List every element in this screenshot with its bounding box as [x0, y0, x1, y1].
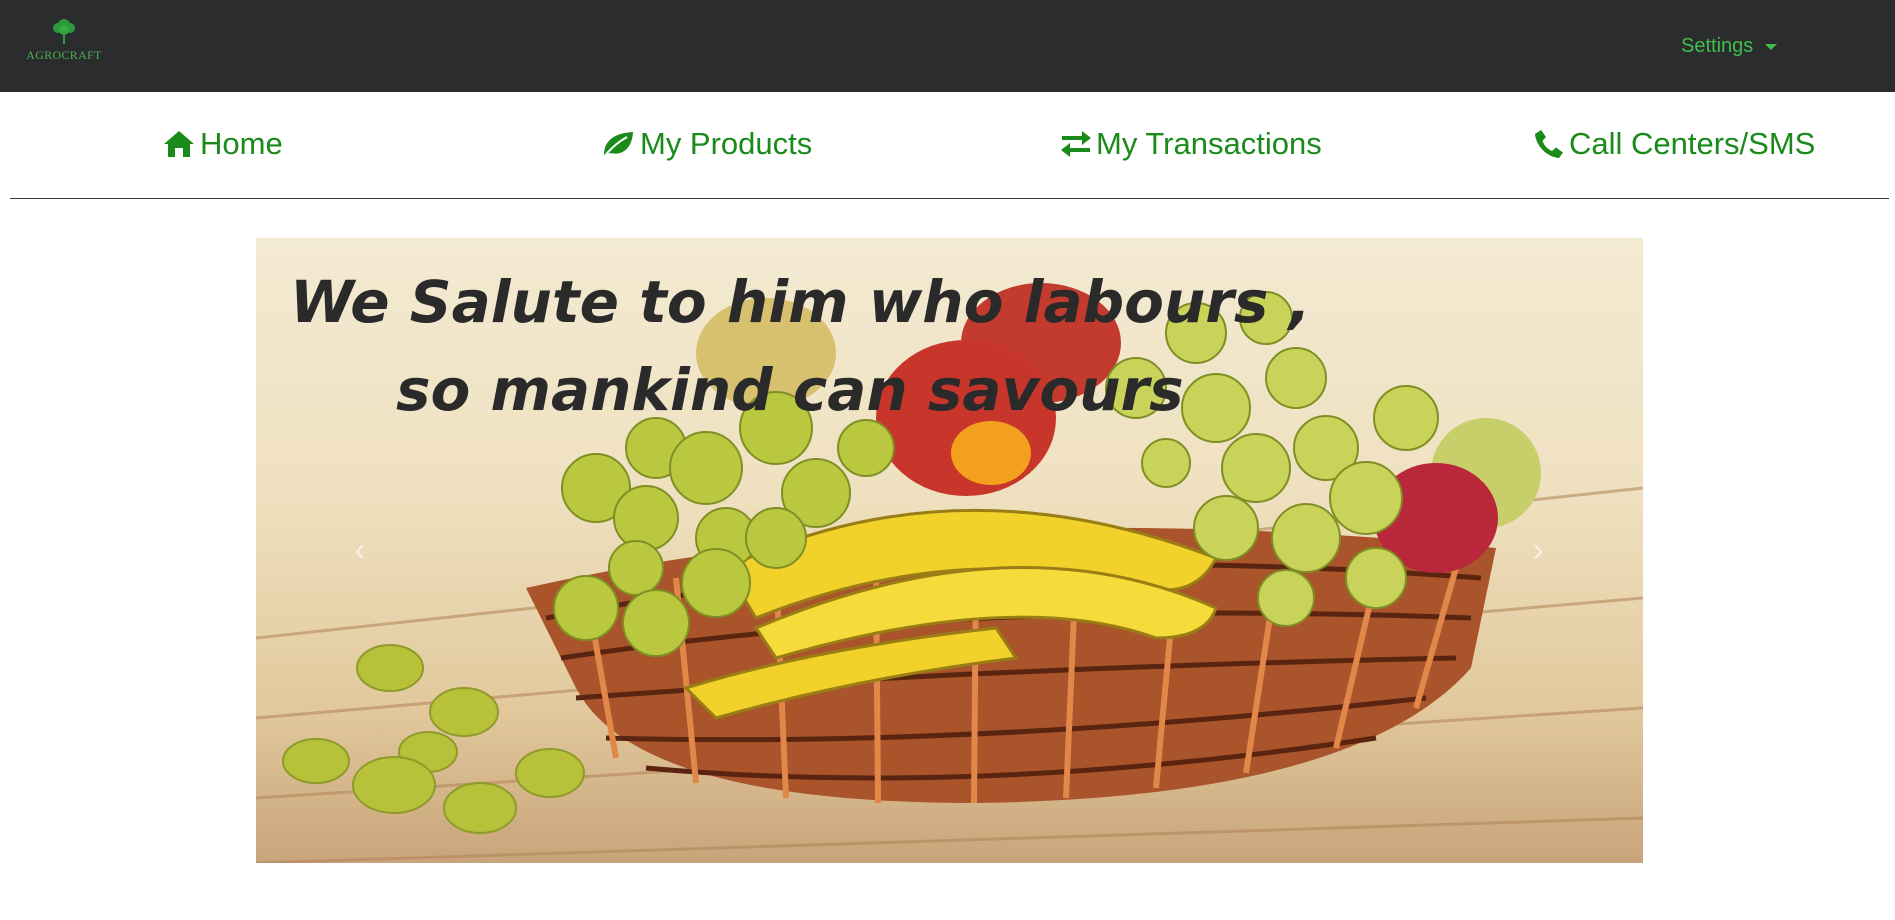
brand-logo[interactable]: AGROCRAFT	[22, 16, 106, 66]
chevron-left-icon[interactable]: ‹	[340, 530, 380, 570]
logo-text: AGROCRAFT	[26, 48, 102, 62]
nav-call-centers-label: Call Centers/SMS	[1569, 126, 1816, 161]
nav-my-transactions[interactable]: My Transactions	[1060, 126, 1322, 162]
phone-icon	[1535, 130, 1563, 158]
hero-headline: We Salute to him who labours , so mankin…	[290, 258, 1311, 434]
top-navbar: AGROCRAFT Settings	[0, 0, 1895, 92]
tree-icon	[53, 19, 75, 44]
hero-line-2: so mankind can savours	[396, 356, 1184, 424]
nav-my-products-label: My Products	[640, 126, 813, 161]
exchange-icon	[1061, 131, 1091, 157]
hero-carousel[interactable]: We Salute to him who labours , so mankin…	[256, 238, 1643, 863]
main-nav: Home My Products My Transactions Call Ce…	[0, 92, 1895, 199]
nav-home-label: Home	[200, 126, 283, 161]
caret-down-icon	[1765, 43, 1778, 50]
nav-home[interactable]: Home	[162, 126, 283, 162]
nav-my-products[interactable]: My Products	[600, 126, 812, 162]
leaf-icon	[602, 132, 633, 159]
nav-divider	[10, 198, 1889, 199]
home-icon	[164, 131, 194, 157]
nav-my-transactions-label: My Transactions	[1096, 126, 1322, 161]
hero-line-1: We Salute to him who labours ,	[290, 268, 1311, 336]
nav-call-centers-sms[interactable]: Call Centers/SMS	[1533, 126, 1815, 162]
settings-label: Settings	[1681, 35, 1754, 57]
chevron-right-icon[interactable]: ›	[1518, 530, 1558, 570]
settings-dropdown[interactable]: Settings	[1681, 35, 1778, 58]
